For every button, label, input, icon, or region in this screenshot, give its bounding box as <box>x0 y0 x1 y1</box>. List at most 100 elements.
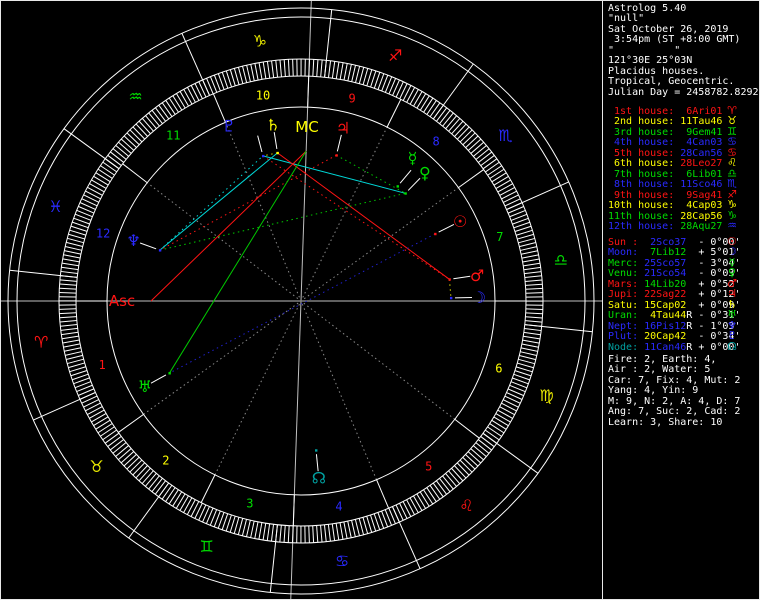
degree-tick <box>521 343 539 348</box>
degree-tick <box>439 110 451 125</box>
degree-tick <box>362 68 369 85</box>
stat-line: Learn: 3, Share: 10 <box>608 416 723 428</box>
degree-tick <box>66 241 83 247</box>
degree-tick <box>250 520 255 538</box>
degree-tick <box>190 501 200 517</box>
degree-tick <box>416 493 427 509</box>
house-label: 2nd house: <box>608 116 675 128</box>
degree-tick <box>316 525 319 543</box>
degree-tick <box>465 135 479 148</box>
degree-tick <box>138 467 151 482</box>
degree-tick <box>451 467 464 482</box>
degree-tick <box>291 525 294 543</box>
mars-icon: ♂ <box>470 266 484 285</box>
degree-tick <box>525 316 543 319</box>
planet-position-value: 22Sag22 <box>638 289 687 301</box>
house-cusp-list: 1st house: 6Ari01 ♈ 2nd house: 11Tau46 ♉ 3… <box>608 105 737 232</box>
node-icon: ☊ <box>312 469 326 488</box>
degree-tick <box>316 59 319 77</box>
mercury-position-dot <box>396 185 399 188</box>
degree-tick <box>522 339 540 344</box>
degree-tick <box>100 165 115 176</box>
degree-tick <box>343 521 348 539</box>
degree-tick <box>524 327 542 332</box>
degree-tick <box>472 445 487 457</box>
sign-boundary <box>269 524 278 593</box>
degree-tick <box>68 362 85 369</box>
aries-sign-icon: ♈ <box>34 333 48 352</box>
sign-boundary <box>63 128 120 170</box>
degree-tick <box>523 331 541 336</box>
planet-position-value: 7Lib12 <box>638 247 687 259</box>
degree-tick <box>519 355 536 361</box>
sagittarius-sign-icon: ♐ <box>388 46 402 65</box>
degree-tick <box>283 59 286 77</box>
sign-boundary <box>482 432 539 474</box>
degree-tick <box>454 123 467 137</box>
degree-tick <box>61 266 79 271</box>
uranus-icon: ♅ <box>138 377 152 396</box>
cancer-sign-icon: ♋ <box>335 551 349 570</box>
degree-tick <box>517 362 534 369</box>
midheaven-label: MC <box>295 118 318 136</box>
degree-tick <box>445 473 457 487</box>
degree-tick <box>448 470 461 485</box>
house-cusp-value: 9Gem41 <box>674 126 723 138</box>
mars-position-dot <box>448 278 451 281</box>
degree-tick <box>501 402 517 412</box>
degree-tick <box>402 85 412 101</box>
moon-icon: ☽ <box>472 288 486 307</box>
pisces-sign-icon: ♓ <box>48 197 62 216</box>
degree-tick <box>484 429 500 441</box>
aquarius-sign-icon: ♒ <box>128 87 142 106</box>
degree-tick <box>495 413 511 423</box>
degree-tick <box>112 148 127 160</box>
degree-tick <box>448 118 461 132</box>
degree-tick <box>524 275 542 279</box>
degree-tick <box>445 115 457 130</box>
house-cusp-line <box>376 479 390 509</box>
house-label: 6th house: <box>608 158 675 170</box>
degree-tick <box>168 97 179 113</box>
degree-tick <box>409 497 419 513</box>
degree-tick <box>480 155 495 167</box>
degree-tick <box>493 416 509 427</box>
degree-tick <box>287 59 290 77</box>
degree-tick <box>467 138 482 151</box>
degree-tick <box>132 126 146 140</box>
house-cusp-line <box>307 76 310 108</box>
house-cusp-value: 11Tau46 <box>674 116 723 128</box>
degree-tick <box>262 61 267 79</box>
degree-tick <box>266 523 271 541</box>
degree-tick <box>246 65 251 82</box>
sign-boundary <box>524 324 593 333</box>
degree-tick <box>406 499 415 515</box>
planet-label: Merc: <box>608 257 639 269</box>
jupiter-position-dot <box>335 154 338 157</box>
degree-tick <box>501 190 517 200</box>
house-number: 5 <box>425 459 432 473</box>
degree-tick <box>65 246 82 251</box>
house-number: 8 <box>433 135 440 149</box>
degree-tick <box>339 62 344 80</box>
sign-boundary <box>128 482 170 539</box>
degree-tick <box>148 112 160 127</box>
pluto-pointer <box>257 135 263 153</box>
degree-tick <box>270 524 275 542</box>
degree-tick <box>323 524 327 542</box>
degree-tick <box>493 175 509 186</box>
house-cusp-value: 28Aqu27 <box>674 220 723 232</box>
degree-tick <box>132 462 146 476</box>
degree-tick <box>335 523 340 541</box>
pluto-position-dot <box>261 154 265 158</box>
planet-label: Moon: <box>608 247 639 259</box>
degree-tick <box>89 183 105 193</box>
zodiac-sign-icon: ♒ <box>727 218 737 232</box>
degree-tick <box>59 279 77 282</box>
neptune-icon: ♆ <box>126 231 140 250</box>
degree-tick <box>351 65 356 82</box>
degree-tick <box>279 525 282 543</box>
degree-tick <box>462 456 476 470</box>
neptune-position-dot <box>158 249 162 252</box>
degree-tick <box>522 258 540 263</box>
